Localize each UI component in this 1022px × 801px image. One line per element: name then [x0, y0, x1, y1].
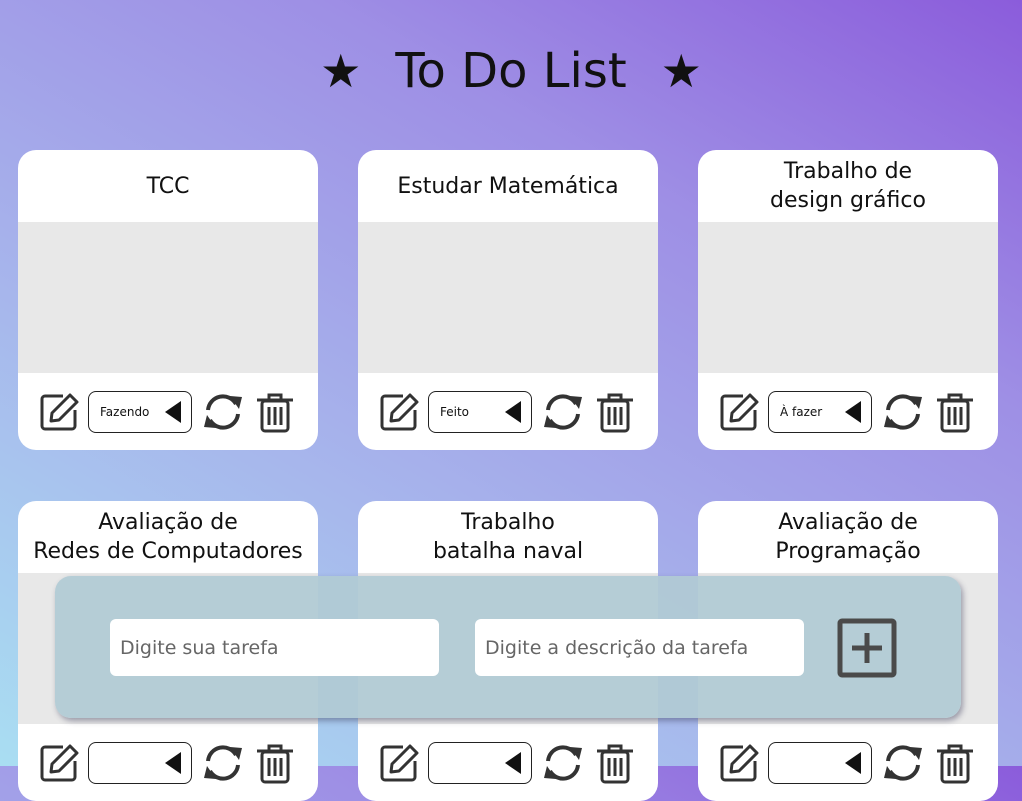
trash-icon[interactable] — [934, 391, 976, 433]
refresh-icon[interactable] — [542, 391, 584, 433]
refresh-icon[interactable] — [202, 742, 244, 784]
status-select[interactable] — [428, 741, 532, 784]
edit-icon[interactable] — [38, 391, 80, 433]
caret-left-icon — [845, 400, 861, 423]
trash-icon[interactable] — [254, 742, 296, 784]
add-task-button[interactable] — [836, 617, 898, 679]
task-title-input[interactable] — [110, 619, 439, 676]
task-card-title: Estudar Matemática — [397, 173, 619, 199]
edit-icon[interactable] — [378, 742, 420, 784]
task-description-input[interactable] — [475, 619, 804, 676]
trash-icon[interactable] — [254, 391, 296, 433]
status-select[interactable]: Feito — [428, 390, 532, 433]
page-title: To Do List — [395, 43, 627, 99]
task-card-actions: Fazendo — [18, 373, 318, 450]
edit-icon[interactable] — [38, 742, 80, 784]
task-card: TCC Fazendo — [18, 150, 318, 450]
task-card-title: Trabalho de design gráfico — [770, 159, 926, 213]
add-task-panel — [55, 576, 961, 718]
task-card: Trabalho de design gráfico À fazer — [698, 150, 998, 450]
trash-icon[interactable] — [934, 742, 976, 784]
task-card-description — [18, 222, 318, 373]
caret-left-icon — [505, 400, 521, 423]
task-card-description — [358, 222, 658, 373]
refresh-icon[interactable] — [882, 742, 924, 784]
task-card-title: Avaliação de Redes de Computadores — [33, 510, 303, 564]
refresh-icon[interactable] — [882, 391, 924, 433]
caret-left-icon — [505, 751, 521, 774]
task-card-actions: Feito — [358, 373, 658, 450]
caret-left-icon — [165, 400, 181, 423]
task-card-actions — [698, 724, 998, 801]
status-select-value: Feito — [440, 404, 470, 419]
edit-icon[interactable] — [378, 391, 420, 433]
edit-icon[interactable] — [718, 391, 760, 433]
status-select[interactable]: Fazendo — [88, 390, 192, 433]
app-title: ★ To Do List ★ — [0, 38, 1022, 104]
status-select-value: Fazendo — [100, 404, 150, 419]
task-card-title: TCC — [146, 173, 190, 199]
task-card-description — [698, 222, 998, 373]
task-card-title: Trabalho batalha naval — [432, 510, 584, 564]
refresh-icon[interactable] — [542, 742, 584, 784]
star-right-icon: ★ — [660, 44, 702, 98]
trash-icon[interactable] — [594, 742, 636, 784]
status-select-value: À fazer — [780, 404, 823, 419]
caret-left-icon — [165, 751, 181, 774]
task-card-actions: À fazer — [698, 373, 998, 450]
status-select[interactable] — [768, 741, 872, 784]
plus-square-icon — [837, 618, 897, 678]
task-card-title: Avaliação de Programação — [775, 510, 921, 564]
caret-left-icon — [845, 751, 861, 774]
task-card: Estudar Matemática Feito — [358, 150, 658, 450]
edit-icon[interactable] — [718, 742, 760, 784]
star-left-icon: ★ — [320, 44, 362, 98]
task-card-actions — [18, 724, 318, 801]
status-select[interactable] — [88, 741, 192, 784]
status-select[interactable]: À fazer — [768, 390, 872, 433]
refresh-icon[interactable] — [202, 391, 244, 433]
task-card-actions — [358, 724, 658, 801]
trash-icon[interactable] — [594, 391, 636, 433]
